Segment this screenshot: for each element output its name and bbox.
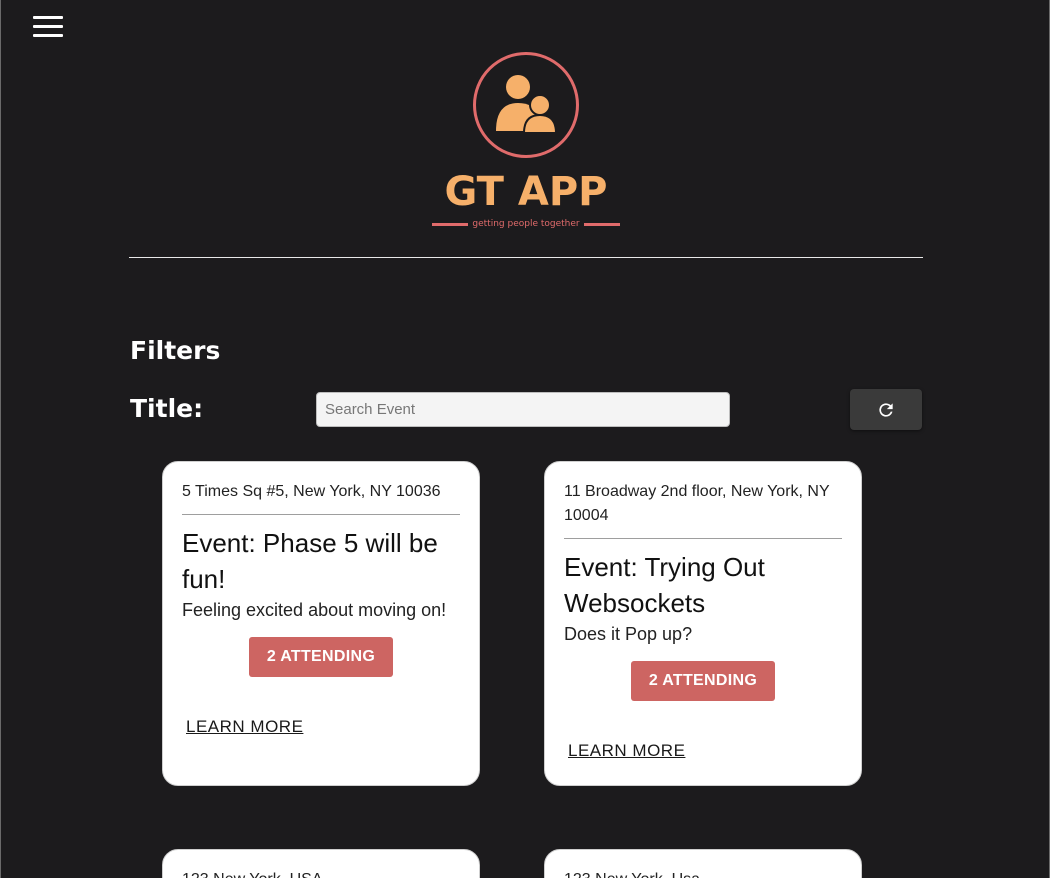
event-address: 5 Times Sq #5, New York, NY 10036	[182, 483, 441, 500]
attending-button[interactable]: 2 ATTENDING	[630, 661, 776, 701]
event-address: 11 Broadway 2nd floor, New York, NY 1000…	[564, 483, 830, 524]
event-description: Feeling excited about moving on!	[182, 600, 447, 620]
logo-circle	[473, 52, 579, 158]
attending-wrap: 2 ATTENDING	[564, 661, 842, 701]
learn-more-link[interactable]: LEARN MORE	[186, 717, 303, 737]
menu-bar	[33, 16, 63, 19]
event-title: Event: Trying Out Websockets	[564, 552, 765, 618]
page: GT APP getting people together Filters T…	[0, 0, 1050, 878]
app-logo: GT APP getting people together	[429, 52, 623, 232]
event-card: 5 Times Sq #5, New York, NY 10036 Event:…	[162, 461, 480, 786]
event-address: 123 New York, Usa	[564, 868, 842, 878]
filters-heading: Filters	[130, 336, 221, 365]
menu-bar	[33, 25, 63, 28]
header-divider	[129, 257, 923, 258]
event-card: 123 New York, Usa	[544, 849, 862, 878]
tagline-bar	[583, 222, 620, 226]
event-address: 123 New York, USA	[182, 868, 460, 878]
event-card: 123 New York, USA	[162, 849, 480, 878]
tagline-bar	[432, 222, 469, 226]
event-description: Does it Pop up?	[564, 624, 693, 644]
learn-more-link[interactable]: LEARN MORE	[568, 741, 685, 761]
hamburger-menu-icon[interactable]	[33, 16, 63, 38]
logo-tagline-row: getting people together	[429, 218, 623, 230]
card-divider	[182, 514, 460, 515]
search-event-input[interactable]	[316, 392, 730, 427]
title-filter-label: Title:	[130, 394, 204, 423]
refresh-button[interactable]	[850, 389, 922, 430]
attending-wrap: 2 ATTENDING	[182, 637, 460, 677]
menu-bar	[33, 34, 63, 37]
event-title: Event: Phase 5 will be fun!	[182, 528, 438, 594]
refresh-icon	[879, 402, 893, 417]
logo-title: GT APP	[444, 169, 608, 215]
card-divider	[564, 538, 842, 539]
people-icon	[496, 75, 558, 134]
logo-tagline: getting people together	[472, 219, 580, 229]
attending-button[interactable]: 2 ATTENDING	[248, 637, 394, 677]
event-card: 11 Broadway 2nd floor, New York, NY 1000…	[544, 461, 862, 786]
